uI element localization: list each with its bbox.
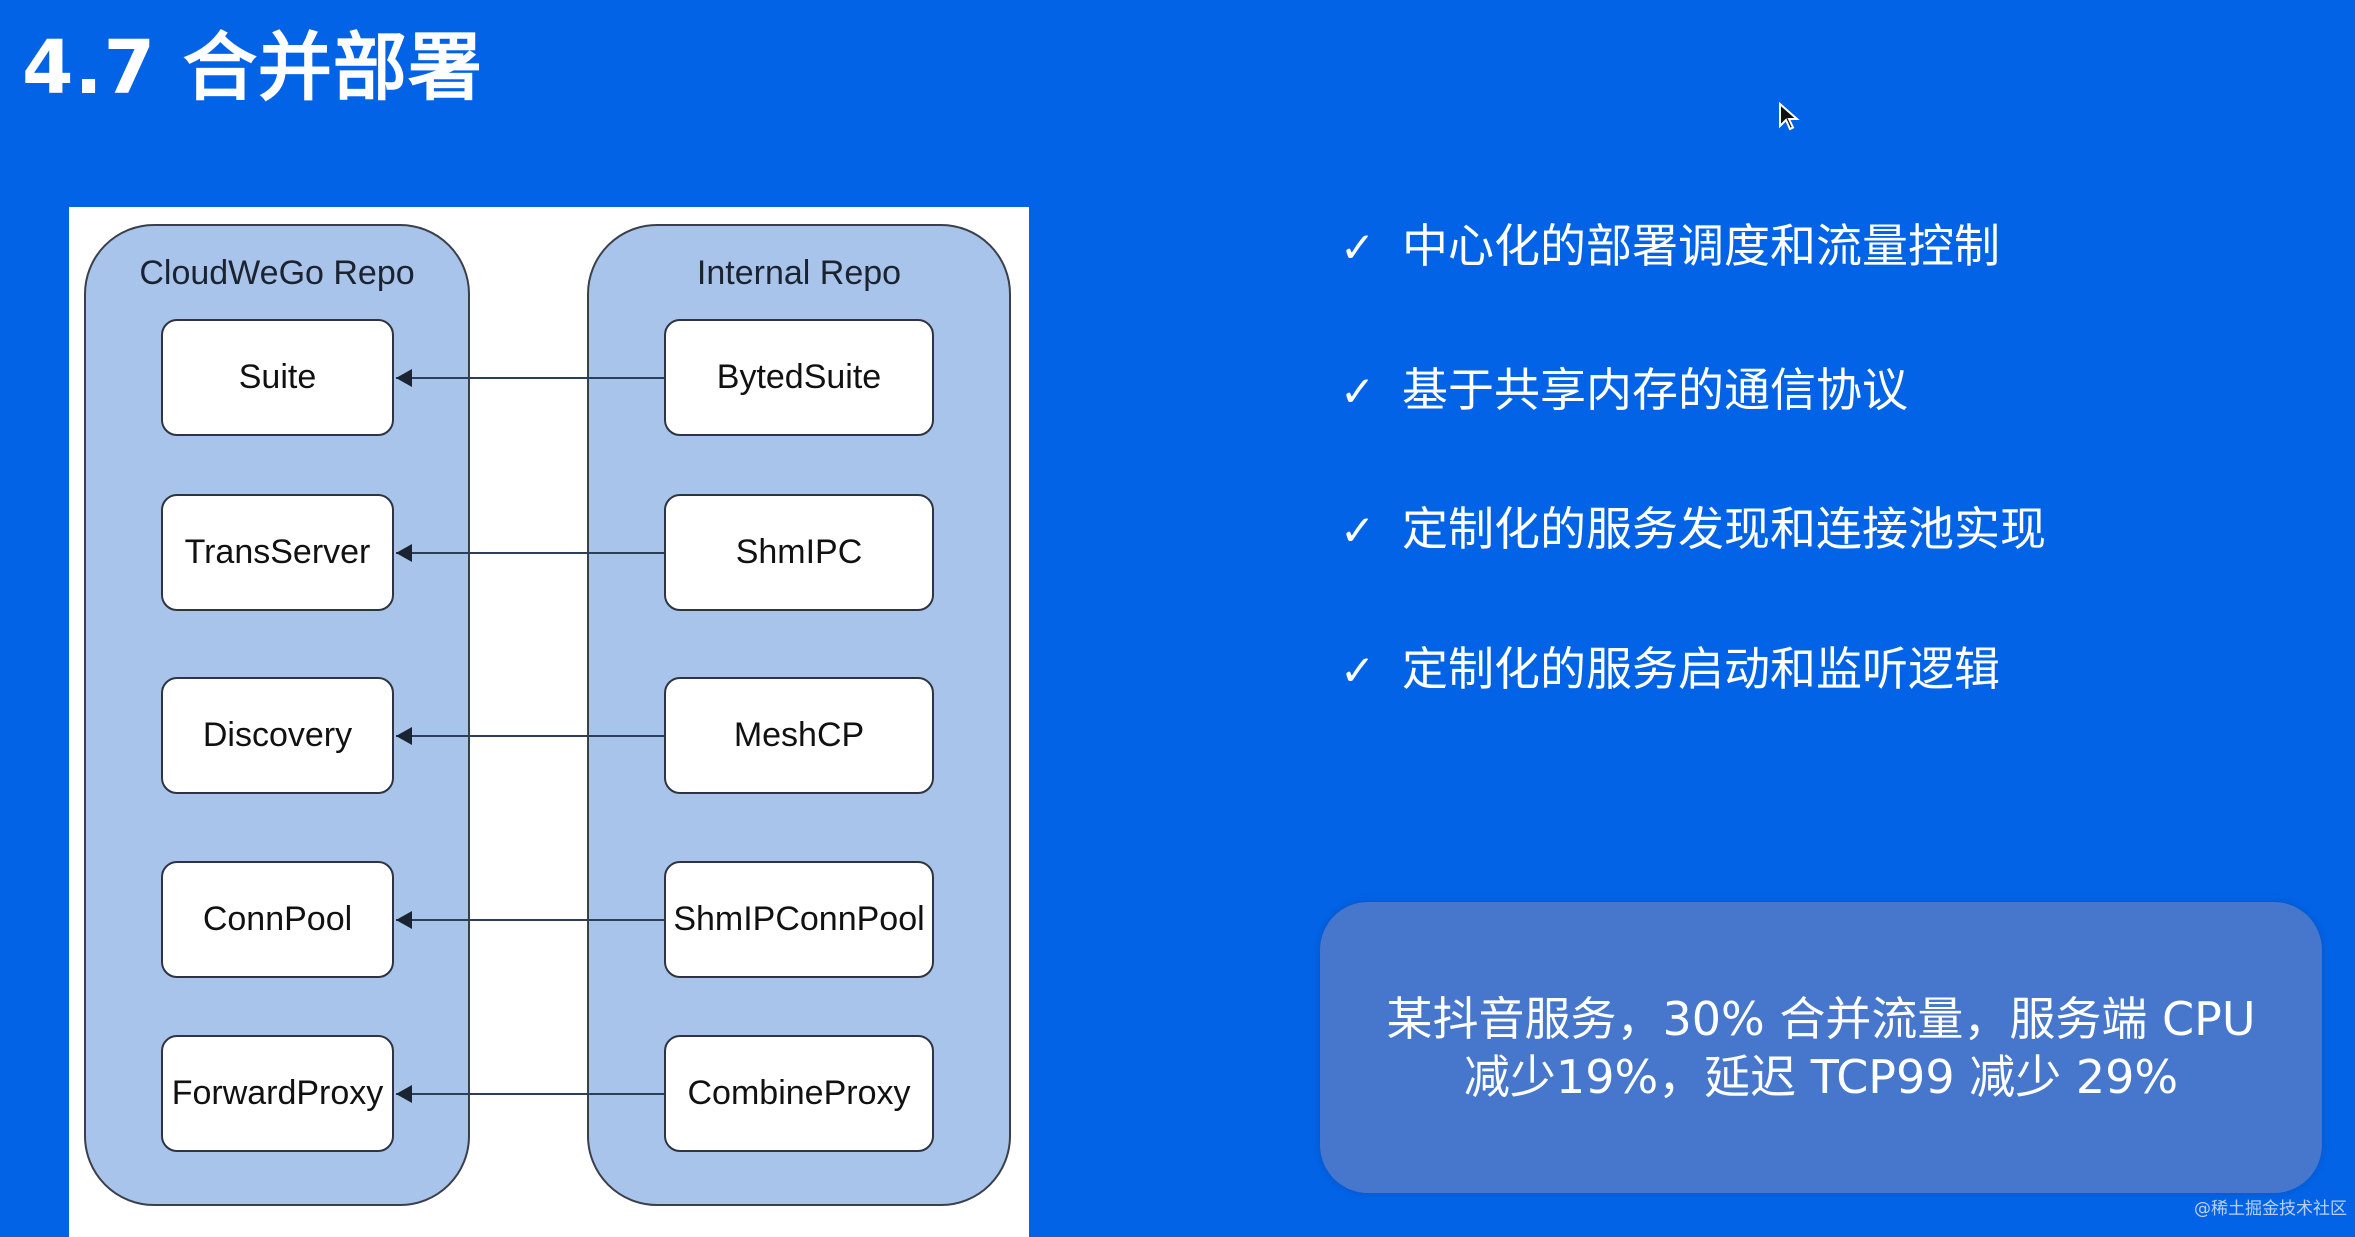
arrow-meshcp-to-discovery	[396, 727, 664, 745]
node-bytedsuite: BytedSuite	[664, 319, 934, 436]
check-icon: ✓	[1340, 646, 1376, 695]
checklist-item-text: 定制化的服务启动和监听逻辑	[1402, 642, 2000, 696]
arrow-bytedsuite-to-suite	[396, 369, 664, 387]
node-meshcp: MeshCP	[664, 677, 934, 794]
node-shmipc: ShmIPC	[664, 494, 934, 611]
cloudwego-repo-label: CloudWeGo Repo	[139, 254, 415, 292]
checklist-item-text: 基于共享内存的通信协议	[1402, 363, 1908, 417]
checklist-item: ✓ 定制化的服务发现和连接池实现	[1340, 493, 2046, 559]
slide-title: 4.7 合并部署	[22, 25, 483, 111]
result-line-1: 某抖音服务，30% 合并流量，服务端 CPU	[1386, 991, 2256, 1046]
node-connpool: ConnPool	[161, 861, 394, 978]
node-shmipconnpool: ShmIPConnPool	[664, 861, 934, 978]
node-combineproxy: CombineProxy	[664, 1035, 934, 1152]
internal-repo-label: Internal Repo	[696, 254, 902, 292]
arrow-shmipc-to-transserver	[396, 544, 664, 562]
checklist-item: ✓ 定制化的服务启动和监听逻辑	[1340, 633, 2000, 699]
checklist-item: ✓ 基于共享内存的通信协议	[1340, 354, 1908, 420]
checklist-item: ✓ 中心化的部署调度和流量控制	[1340, 210, 2000, 276]
check-icon: ✓	[1340, 506, 1376, 555]
checklist-item-text: 中心化的部署调度和流量控制	[1402, 219, 2000, 273]
node-transserver: TransServer	[161, 494, 394, 611]
watermark: @稀土掘金技术社区	[2194, 1199, 2347, 1219]
node-discovery: Discovery	[161, 677, 394, 794]
result-line-2: 减少19%，延迟 TCP99 减少 29%	[1463, 1049, 2179, 1104]
node-forwardproxy: ForwardProxy	[161, 1035, 394, 1152]
check-icon: ✓	[1340, 367, 1376, 416]
result-callout: 某抖音服务，30% 合并流量，服务端 CPU 减少19%，延迟 TCP99 减少…	[1320, 902, 2322, 1193]
arrow-combineproxy-to-forwardproxy	[396, 1085, 664, 1103]
check-icon: ✓	[1340, 223, 1376, 272]
checklist-item-text: 定制化的服务发现和连接池实现	[1402, 502, 2046, 556]
node-suite: Suite	[161, 319, 394, 436]
arrow-shmipconnpool-to-connpool	[396, 911, 664, 929]
